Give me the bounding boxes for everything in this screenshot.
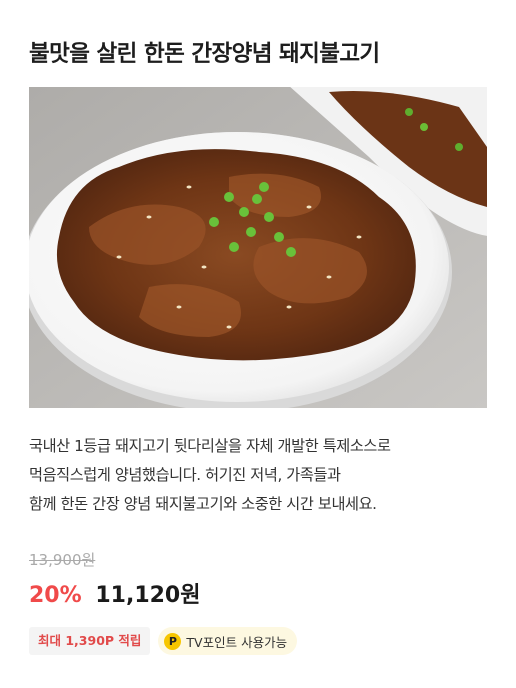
discount-rate: 20%	[29, 583, 82, 608]
description-line: 먹음직스럽게 양념했습니다. 허기진 저녁, 가족들과	[29, 466, 341, 484]
tv-point-badge: P TV포인트 사용가능	[158, 627, 298, 655]
sale-price: 11,120원	[95, 583, 201, 608]
product-description: 국내산 1등급 돼지고기 뒷다리살을 자체 개발한 특제소스로 먹음직스럽게 양…	[29, 432, 499, 519]
benefit-badges: 최대 1,390P 적립 P TV포인트 사용가능	[29, 627, 298, 655]
description-line: 함께 한돈 간장 양념 돼지불고기와 소중한 시간 보내세요.	[29, 495, 377, 513]
description-line: 국내산 1등급 돼지고기 뒷다리살을 자체 개발한 특제소스로	[29, 437, 391, 455]
product-title: 불맛을 살린 한돈 간장양념 돼지불고기	[29, 41, 380, 67]
point-reward-badge: 최대 1,390P 적립	[29, 627, 151, 655]
original-price: 13,900원	[29, 551, 96, 569]
bulgogi-plate-illustration	[29, 87, 487, 408]
point-coin-icon: P	[164, 632, 182, 650]
tv-point-label: TV포인트 사용가능	[186, 634, 288, 650]
price-row: 20% 11,120원	[29, 581, 200, 611]
product-image[interactable]	[29, 87, 487, 408]
